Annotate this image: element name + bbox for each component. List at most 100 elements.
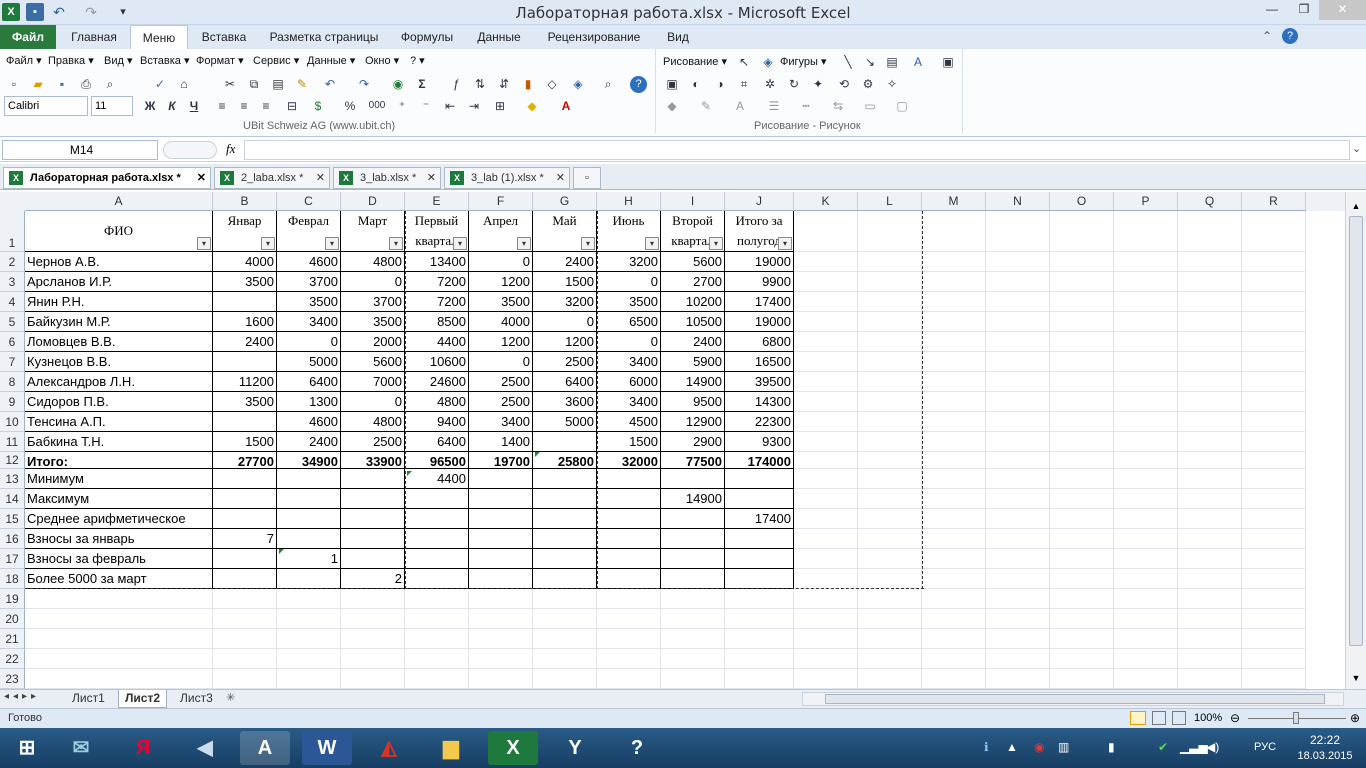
row-header[interactable]: 1 [0,211,25,252]
cell[interactable] [597,489,661,509]
cell[interactable] [986,352,1050,372]
sheet-tab[interactable]: Лист3 [174,690,219,708]
cell[interactable]: 4800 [341,252,405,272]
cell[interactable] [1242,312,1306,332]
cell[interactable] [1050,649,1114,669]
cell[interactable] [1050,509,1114,529]
tab-review[interactable]: Рецензирование [538,25,650,49]
cell[interactable] [794,569,858,589]
antivirus-tray-icon[interactable]: ◉ [1034,740,1044,754]
cell[interactable]: 3500 [213,392,277,412]
tab-formulas[interactable]: Формулы [392,25,462,49]
cell[interactable]: 2400 [533,252,597,272]
cell[interactable] [986,412,1050,432]
cell[interactable] [1178,609,1242,629]
row-header[interactable]: 8 [0,372,25,392]
cell[interactable]: 4000 [469,312,533,332]
new-workbook-tab-icon[interactable]: ▫ [573,167,601,189]
column-header[interactable]: C [277,192,341,211]
maximize-button[interactable]: ❐ [1289,0,1319,20]
cell[interactable]: 1300 [277,392,341,412]
cell[interactable] [661,569,725,589]
column-header[interactable]: D [341,192,405,211]
cell[interactable] [1178,569,1242,589]
cell[interactable] [277,569,341,589]
cell[interactable] [1114,549,1178,569]
volume-tray-icon[interactable]: ◀) [1206,740,1219,754]
cell[interactable] [661,589,725,609]
row-header[interactable]: 16 [0,529,25,549]
cell[interactable]: 96500 [405,452,469,469]
row-header[interactable]: 19 [0,589,25,609]
cell[interactable] [986,252,1050,272]
zoom-out-icon[interactable]: ⊖ [1230,711,1240,725]
cell[interactable] [986,452,1050,469]
cell[interactable]: 3500 [277,292,341,312]
cell[interactable] [597,669,661,689]
cell[interactable] [986,569,1050,589]
cell[interactable] [597,649,661,669]
cell[interactable]: Кузнецов В.В. [25,352,213,372]
help-app-icon[interactable]: ? [612,731,662,765]
redo-icon[interactable]: ↷ [356,76,372,92]
cell[interactable]: 1600 [213,312,277,332]
font-name-combo[interactable]: Calibri [4,96,88,116]
cell[interactable]: 3400 [277,312,341,332]
select-pointer-icon[interactable]: ↖ [736,54,752,70]
cell[interactable] [405,589,469,609]
cell[interactable] [858,489,922,509]
cell[interactable]: 32000 [597,452,661,469]
language-indicator[interactable]: РУС [1254,741,1276,753]
cell[interactable] [1178,529,1242,549]
cell[interactable] [1178,211,1242,252]
textbox-icon[interactable]: ▤ [884,54,900,70]
cell[interactable]: 5600 [341,352,405,372]
cell[interactable]: 14900 [661,489,725,509]
filter-button[interactable]: ▾ [776,235,792,250]
line-style-icon[interactable]: ☰ [766,98,782,114]
compress-icon[interactable]: ✲ [762,76,778,92]
cell[interactable] [858,372,922,392]
horizontal-scroll-thumb[interactable] [825,694,1325,704]
cell[interactable]: 22300 [725,412,794,432]
picture-icon[interactable]: ▣ [940,54,956,70]
cell[interactable] [1050,332,1114,352]
column-header[interactable]: R [1242,192,1306,211]
cell[interactable] [922,609,986,629]
row-header[interactable]: 17 [0,549,25,569]
cell[interactable] [1242,509,1306,529]
cell[interactable]: 77500 [661,452,725,469]
close-icon[interactable]: ✕ [316,168,325,188]
menu-edit[interactable]: Правка ▾ [48,54,94,67]
image-icon[interactable]: ▣ [664,76,680,92]
print-icon[interactable]: ⎙ [78,76,94,92]
cell[interactable] [986,649,1050,669]
cell[interactable] [1050,609,1114,629]
cell[interactable] [858,272,922,292]
cell[interactable] [794,489,858,509]
cell[interactable] [213,589,277,609]
cell[interactable] [922,649,986,669]
shape-fill-icon[interactable]: ◆ [664,98,680,114]
cell[interactable] [1114,529,1178,549]
cell[interactable] [986,589,1050,609]
cell[interactable]: 16500 [725,352,794,372]
cell[interactable] [922,529,986,549]
cell[interactable]: Чернов А.В. [25,252,213,272]
cell[interactable] [341,529,405,549]
cell[interactable] [794,392,858,412]
cell[interactable] [1114,469,1178,489]
cell[interactable] [469,469,533,489]
filter-dropdown-icon[interactable]: ▾ [389,237,403,250]
cell[interactable] [922,392,986,412]
cell[interactable] [1242,589,1306,609]
cell[interactable] [1178,352,1242,372]
cell[interactable] [1242,392,1306,412]
cell[interactable] [213,669,277,689]
column-header[interactable]: J [725,192,794,211]
font-color-icon[interactable]: A [558,98,574,114]
row-header[interactable]: 21 [0,629,25,649]
function-wizard-icon[interactable]: fx [226,141,235,157]
cell[interactable] [986,432,1050,452]
cell[interactable] [1178,272,1242,292]
